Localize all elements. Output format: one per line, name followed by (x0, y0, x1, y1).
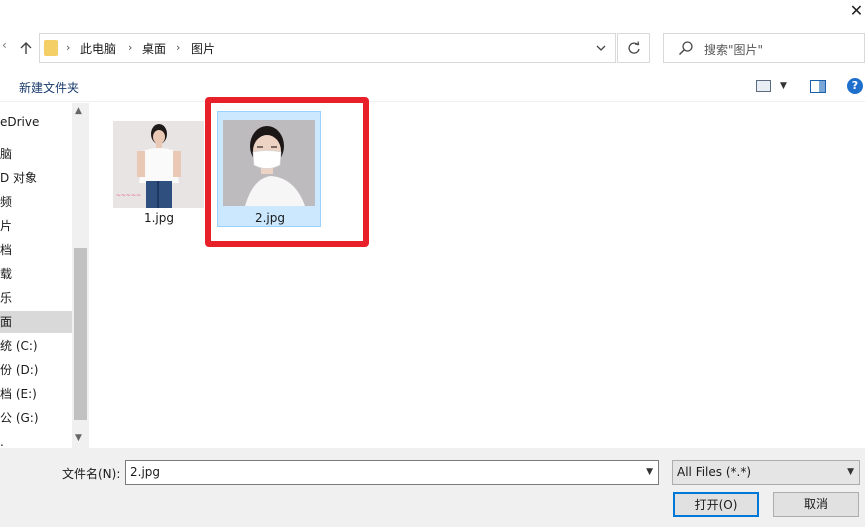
breadcrumb-separator: › (66, 41, 71, 54)
svg-text:~~~~~: ~~~~~ (116, 192, 141, 199)
help-icon[interactable]: ? (847, 78, 863, 94)
scroll-up-icon[interactable]: ▲ (75, 106, 82, 116)
filetype-value: All Files (*.*) (677, 465, 752, 479)
nav-item-more[interactable]: . (0, 431, 72, 448)
photo-woman-white-shirt-icon: ~~~~~ (113, 121, 204, 208)
open-button[interactable]: 打开(O) (673, 492, 759, 517)
dialog-footer: 文件名(N): 2.jpg ▼ All Files (*.*) ▼ 打开(O) … (0, 448, 865, 527)
nav-item-drive-d[interactable]: 份 (D:) (0, 359, 72, 381)
scroll-down-icon[interactable]: ▼ (75, 433, 82, 443)
nav-item-pictures[interactable]: 片 (0, 215, 72, 237)
refresh-icon (627, 41, 640, 54)
preview-pane-icon[interactable] (810, 80, 826, 93)
navigation-scrollbar[interactable]: ▲ ▼ (72, 103, 89, 448)
file-name: 1.jpg (143, 211, 175, 225)
filename-label: 文件名(N): (62, 467, 121, 481)
breadcrumb-separator: › (176, 41, 181, 54)
filename-field[interactable]: 2.jpg ▼ (125, 460, 659, 485)
nav-item-drive-g[interactable]: 公 (G:) (0, 407, 72, 429)
folder-icon (44, 40, 58, 56)
nav-item-downloads[interactable]: 载 (0, 263, 72, 285)
breadcrumb-separator: › (128, 41, 133, 54)
close-button[interactable]: ✕ (848, 0, 865, 22)
nav-item-onedrive[interactable]: eDrive (0, 111, 72, 133)
nav-item-drive-e[interactable]: 档 (E:) (0, 383, 72, 405)
highlight-box (205, 97, 369, 247)
view-icon[interactable] (756, 80, 771, 92)
toolbar: 新建文件夹 ▼ ? (0, 72, 865, 102)
navigation-pane: eDrive 脑 D 对象 频 片 档 载 乐 面 统 (C:) 份 (D:) … (0, 103, 72, 448)
search-icon (678, 40, 694, 56)
nav-item-music[interactable]: 乐 (0, 287, 72, 309)
chevron-down-icon[interactable]: ▼ (847, 467, 854, 477)
nav-item-videos[interactable]: 频 (0, 191, 72, 213)
nav-item-3d-objects[interactable]: D 对象 (0, 167, 72, 189)
refresh-button[interactable] (617, 33, 650, 63)
up-arrow-icon[interactable] (16, 38, 36, 58)
filetype-select[interactable]: All Files (*.*) ▼ (672, 460, 860, 485)
file-item[interactable]: ~~~~~ 1.jpg (109, 115, 209, 227)
filename-value: 2.jpg (130, 465, 161, 479)
nav-item-documents[interactable]: 档 (0, 239, 72, 261)
new-folder-button[interactable]: 新建文件夹 (19, 79, 79, 96)
cancel-button[interactable]: 取消 (773, 492, 859, 517)
address-bar[interactable]: › 此电脑 › 桌面 › 图片 (39, 33, 616, 63)
breadcrumb-this-pc[interactable]: 此电脑 (80, 40, 116, 57)
search-input[interactable]: 搜索"图片" (663, 33, 865, 63)
nav-item-drive-c[interactable]: 统 (C:) (0, 335, 72, 357)
search-placeholder: 搜索"图片" (704, 43, 764, 57)
nav-item-desktop[interactable]: 面 (0, 311, 72, 333)
breadcrumb-pictures[interactable]: 图片 (191, 40, 215, 57)
chevron-down-icon[interactable] (594, 41, 608, 55)
forward-arrow-icon[interactable]: ‹ (2, 38, 7, 52)
chevron-down-icon[interactable]: ▼ (646, 467, 653, 477)
scrollbar-thumb[interactable] (74, 248, 87, 420)
view-dropdown-icon[interactable]: ▼ (780, 81, 787, 91)
breadcrumb-desktop[interactable]: 桌面 (142, 40, 166, 57)
file-list: ~~~~~ 1.jpg 2.jpg (89, 97, 865, 448)
nav-item-this-pc[interactable]: 脑 (0, 143, 72, 165)
